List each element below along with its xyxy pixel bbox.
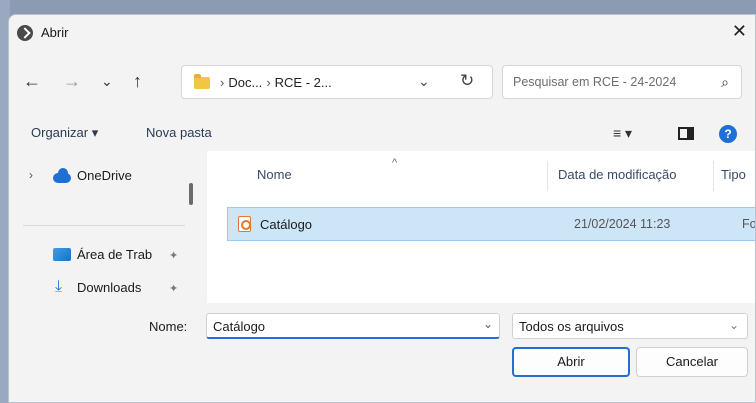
app-icon [17, 25, 33, 41]
pdf-file-icon [238, 216, 251, 232]
search-box[interactable]: Pesquisar em RCE - 24-2024 ⌕ [502, 65, 742, 99]
close-icon[interactable]: ✕ [732, 21, 747, 42]
column-header-name[interactable]: Nome [257, 167, 292, 182]
file-date: 21/02/2024 11:23 [574, 217, 671, 231]
pin-icon: ✦ [169, 250, 179, 262]
chevron-down-icon[interactable]: ⌄ [483, 317, 493, 331]
open-button[interactable]: Abrir [512, 347, 630, 377]
navigation-pane-scrollbar[interactable] [189, 183, 193, 205]
organize-button[interactable]: Organizar ▾ [31, 125, 98, 141]
address-dropdown-chevron-icon[interactable]: ⌄ [418, 73, 430, 90]
window-title: Abrir [41, 25, 69, 40]
expand-chevron-icon[interactable]: › [29, 168, 33, 182]
column-divider[interactable] [547, 161, 548, 191]
file-type: Foxit [742, 217, 756, 231]
help-icon[interactable]: ? [719, 125, 737, 143]
chevron-down-icon[interactable]: ⌄ [729, 318, 739, 332]
sidebar-divider [23, 225, 185, 226]
forward-arrow-icon[interactable]: → [63, 71, 81, 92]
breadcrumb-item-rce[interactable]: RCE - 2... [275, 75, 332, 90]
refresh-icon[interactable]: ↻ [460, 71, 474, 91]
file-type-filter[interactable]: Todos os arquivos ⌄ [512, 313, 748, 339]
download-icon: ⤓ [55, 278, 63, 295]
sidebar-item-downloads[interactable]: Downloads [77, 280, 141, 295]
address-bar[interactable]: › Doc... › RCE - 2... ⌄ ↻ [181, 65, 493, 99]
file-name-input[interactable]: Catálogo ⌄ [206, 313, 500, 339]
title-bar: Abrir ✕ [9, 15, 755, 51]
column-header-type[interactable]: Tipo [721, 167, 746, 182]
cancel-button[interactable]: Cancelar [636, 347, 748, 377]
desktop-icon [53, 248, 71, 261]
search-input[interactable]: Pesquisar em RCE - 24-2024 [513, 75, 676, 89]
up-arrow-icon[interactable]: ↑ [133, 71, 142, 92]
navigation-bar: ← → ⌄ ↑ › Doc... › RCE - 2... ⌄ ↻ Pesquisar… [9, 63, 755, 103]
file-type-filter-value: Todos os arquivos [519, 319, 624, 334]
column-divider[interactable] [713, 161, 714, 191]
column-header-date[interactable]: Data de modificação [558, 167, 677, 182]
file-name-value: Catálogo [213, 319, 266, 334]
file-name: Catálogo [260, 217, 313, 232]
breadcrumb-item-documents[interactable]: Doc... [228, 75, 262, 90]
open-file-dialog: Abrir ✕ ← → ⌄ ↑ › Doc... › RCE - 2... ⌄ ↻ P… [8, 14, 756, 403]
cloud-icon [53, 168, 71, 183]
breadcrumb-separator: › [220, 75, 225, 90]
file-row[interactable]: Catálogo 21/02/2024 11:23 Foxit [227, 207, 756, 241]
sort-ascending-icon: ^ [392, 157, 398, 169]
sidebar-item-onedrive[interactable]: OneDrive [77, 168, 132, 183]
file-list: Nome ^ Data de modificação Tipo Catálogo… [207, 151, 756, 317]
pin-icon: ✦ [169, 283, 179, 295]
folder-icon [194, 74, 210, 89]
back-arrow-icon[interactable]: ← [23, 71, 41, 92]
dialog-footer: Nome: Catálogo ⌄ Todos os arquivos ⌄ Abr… [9, 303, 755, 402]
view-options-icon[interactable]: ≡ ▾ [613, 125, 632, 142]
file-name-label: Nome: [149, 319, 188, 334]
breadcrumb-separator: › [266, 75, 271, 90]
command-bar: Organizar ▾ Nova pasta ≡ ▾ ? [9, 125, 755, 149]
new-folder-button[interactable]: Nova pasta [146, 125, 212, 140]
sidebar-item-desktop[interactable]: Área de Trab [77, 247, 152, 262]
search-icon[interactable]: ⌕ [721, 74, 729, 91]
recent-locations-chevron-icon[interactable]: ⌄ [101, 73, 113, 90]
breadcrumb: › Doc... › RCE - 2... [216, 75, 332, 90]
preview-pane-icon[interactable] [678, 127, 694, 140]
